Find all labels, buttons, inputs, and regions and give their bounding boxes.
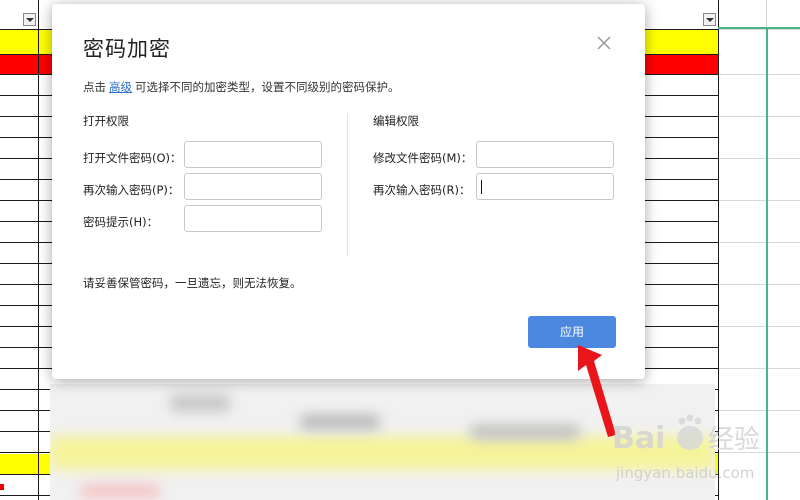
open-confirm-input[interactable] [184,173,322,200]
grid-col-line [38,0,39,500]
filter-dropdown-icon[interactable] [703,13,716,26]
grid-row-line-light [718,116,800,117]
baidu-watermark: Bai 经验 jingyan.baidu.com [610,408,790,488]
password-encryption-dialog: 密码加密 点击 高级 可选择不同的加密类型，设置不同级别的密码保护。 打开权限 打开… [52,4,645,379]
open-password-input[interactable] [184,141,322,168]
grid-row-line-light [718,368,800,369]
info-text: 点击 高级 可选择不同的加密类型，设置不同级别的密码保护。 [83,79,400,95]
grid-row-line-light [718,284,800,285]
watermark-suffix: 经验 [708,425,760,455]
info-prefix: 点击 [83,80,106,94]
watermark-brand: Bai [612,421,665,456]
grid-row-line-light [718,200,800,201]
dialog-title: 密码加密 [83,37,171,61]
edit-confirm-input[interactable] [476,173,614,200]
open-password-label: 打开文件密码(O)： [83,151,182,165]
info-suffix: 可选择不同的加密类型，设置不同级别的密码保护。 [135,80,400,94]
apply-button[interactable]: 应用 [528,316,616,348]
cell-marker [0,484,4,490]
open-permission-title: 打开权限 [83,114,129,128]
edit-password-input[interactable] [476,141,614,168]
open-confirm-label: 再次输入密码(P)： [83,183,180,197]
grid-row-line-light [718,158,800,159]
grid-row-line-light [718,326,800,327]
grid-row-line-light [718,74,800,75]
password-hint-input[interactable] [184,205,322,232]
watermark-url: jingyan.baidu.com [615,464,754,482]
password-hint-label: 密码提示(H)： [83,215,159,229]
selection-border [718,27,800,29]
baidu-paw-icon: Bai 经验 jingyan.baidu.com [612,414,760,482]
section-divider [347,114,348,256]
grid-row-line-light [718,29,800,30]
advanced-link[interactable]: 高级 [109,80,132,94]
edit-password-label: 修改文件密码(M)： [373,151,473,165]
filter-dropdown-icon[interactable] [23,13,36,26]
close-icon[interactable] [596,35,612,51]
grid-row-line-light [718,242,800,243]
warning-text: 请妥善保管密码，一旦遗忘，则无法恢复。 [83,276,302,290]
edit-confirm-label: 再次输入密码(R)： [373,183,471,197]
edit-permission-title: 编辑权限 [373,114,419,128]
